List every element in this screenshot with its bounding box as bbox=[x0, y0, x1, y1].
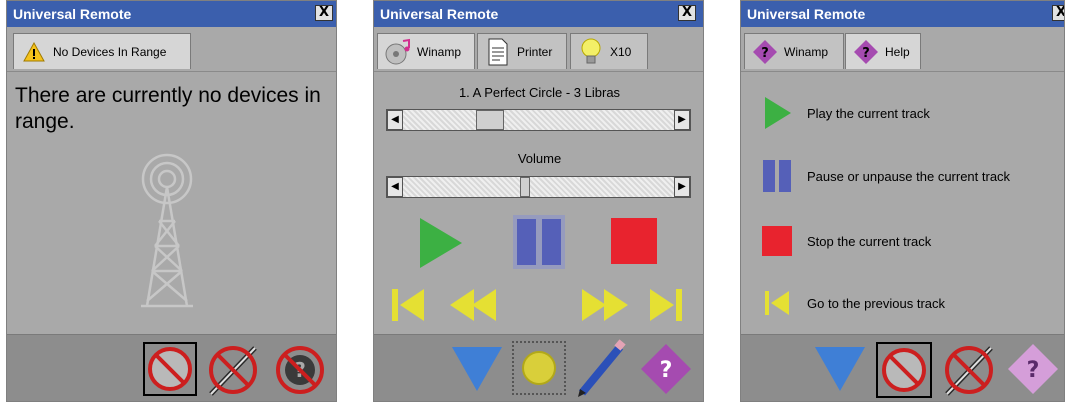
rewind-button[interactable] bbox=[446, 285, 500, 325]
disabled-help-button[interactable]: ? bbox=[272, 342, 328, 398]
warning-icon bbox=[19, 37, 49, 67]
fast-forward-button[interactable] bbox=[578, 285, 632, 325]
right-arrow-icon[interactable]: ▶ bbox=[674, 110, 690, 130]
stop-button[interactable] bbox=[610, 217, 658, 265]
help-text: Pause or unpause the current track bbox=[807, 168, 1011, 184]
tab-label: No Devices In Range bbox=[53, 44, 167, 59]
help-item-previous: Go to the previous track bbox=[759, 285, 945, 321]
pause-icon bbox=[759, 158, 795, 194]
window-title: Universal Remote bbox=[374, 1, 703, 27]
play-button[interactable] bbox=[416, 216, 466, 270]
svg-text:?: ? bbox=[862, 46, 870, 61]
record-button[interactable] bbox=[512, 341, 566, 395]
help-button[interactable]: ? bbox=[1005, 341, 1061, 397]
tab-no-devices[interactable]: No Devices In Range bbox=[13, 33, 191, 69]
help-text: Play the current track bbox=[807, 105, 930, 121]
document-icon bbox=[483, 37, 513, 67]
play-icon bbox=[759, 95, 795, 131]
previous-track-button[interactable] bbox=[388, 285, 428, 325]
help-item-stop: Stop the current track bbox=[759, 223, 931, 259]
disabled-pencil-button[interactable] bbox=[941, 342, 997, 398]
bottom-toolbar: ? bbox=[741, 334, 1064, 401]
tab-strip: ? Winamp ? Help bbox=[741, 27, 1064, 72]
bottom-toolbar: ? bbox=[7, 334, 336, 401]
tab-strip: Winamp Printer X10 bbox=[374, 27, 703, 72]
window-winamp-controls: Universal Remote X Winamp Printer X10 1.… bbox=[373, 0, 704, 402]
help-diamond-icon: ? bbox=[851, 37, 881, 67]
close-button[interactable]: X bbox=[1052, 5, 1064, 21]
window-title: Universal Remote bbox=[7, 1, 336, 27]
svg-text:?: ? bbox=[761, 46, 769, 61]
help-button[interactable]: ? bbox=[638, 341, 694, 397]
no-devices-message: There are currently no devices in range. bbox=[15, 84, 321, 133]
tab-winamp[interactable]: Winamp bbox=[377, 33, 475, 69]
tab-label: X10 bbox=[610, 44, 632, 59]
tab-strip: No Devices In Range bbox=[7, 27, 336, 72]
track-title: 1. A Perfect Circle - 3 Libras bbox=[458, 85, 621, 100]
down-arrow-button[interactable] bbox=[450, 343, 504, 395]
winamp-icon bbox=[383, 37, 413, 67]
svg-text:?: ? bbox=[660, 358, 673, 383]
tab-printer[interactable]: Printer bbox=[477, 33, 567, 69]
next-track-button[interactable] bbox=[646, 285, 686, 325]
window-title: Universal Remote bbox=[741, 1, 1064, 27]
window-help: Universal Remote X ? Winamp ? Help Play … bbox=[740, 0, 1065, 402]
pencil-button[interactable] bbox=[572, 339, 628, 399]
light-bulb-icon bbox=[576, 37, 606, 67]
disabled-device-button[interactable] bbox=[876, 342, 932, 398]
help-item-pause: Pause or unpause the current track bbox=[759, 158, 1010, 194]
volume-label: Volume bbox=[517, 151, 562, 166]
window-no-devices: Universal Remote X No Devices In Range T… bbox=[6, 0, 337, 402]
pause-button[interactable] bbox=[510, 212, 568, 272]
help-text: Go to the previous track bbox=[807, 295, 946, 311]
track-position-slider[interactable]: ◀ ▶ bbox=[386, 109, 691, 131]
stop-icon bbox=[759, 223, 795, 259]
tab-label: Printer bbox=[517, 44, 553, 59]
right-arrow-icon[interactable]: ▶ bbox=[674, 177, 690, 197]
tab-help[interactable]: ? Help bbox=[845, 33, 921, 69]
close-button[interactable]: X bbox=[315, 5, 333, 21]
disabled-device-button[interactable] bbox=[143, 342, 197, 396]
svg-text:?: ? bbox=[1027, 358, 1040, 383]
left-arrow-icon[interactable]: ◀ bbox=[387, 177, 403, 197]
disabled-pencil-button[interactable] bbox=[205, 342, 261, 398]
volume-slider-thumb[interactable] bbox=[520, 177, 530, 197]
tab-x10[interactable]: X10 bbox=[570, 33, 648, 69]
bottom-toolbar: ? bbox=[374, 334, 703, 401]
tab-winamp[interactable]: ? Winamp bbox=[744, 33, 844, 69]
antenna-tower-icon bbox=[117, 151, 217, 315]
down-arrow-button[interactable] bbox=[813, 343, 867, 395]
help-diamond-icon: ? bbox=[750, 37, 780, 67]
close-button[interactable]: X bbox=[678, 5, 696, 21]
tab-label: Winamp bbox=[784, 44, 829, 59]
volume-slider[interactable]: ◀ ▶ bbox=[386, 176, 691, 198]
tab-label: Help bbox=[885, 44, 910, 59]
previous-track-icon bbox=[759, 285, 795, 321]
track-slider-thumb[interactable] bbox=[476, 110, 504, 130]
left-arrow-icon[interactable]: ◀ bbox=[387, 110, 403, 130]
tab-label: Winamp bbox=[417, 44, 462, 59]
help-item-play: Play the current track bbox=[759, 95, 930, 131]
help-text: Stop the current track bbox=[807, 233, 932, 249]
